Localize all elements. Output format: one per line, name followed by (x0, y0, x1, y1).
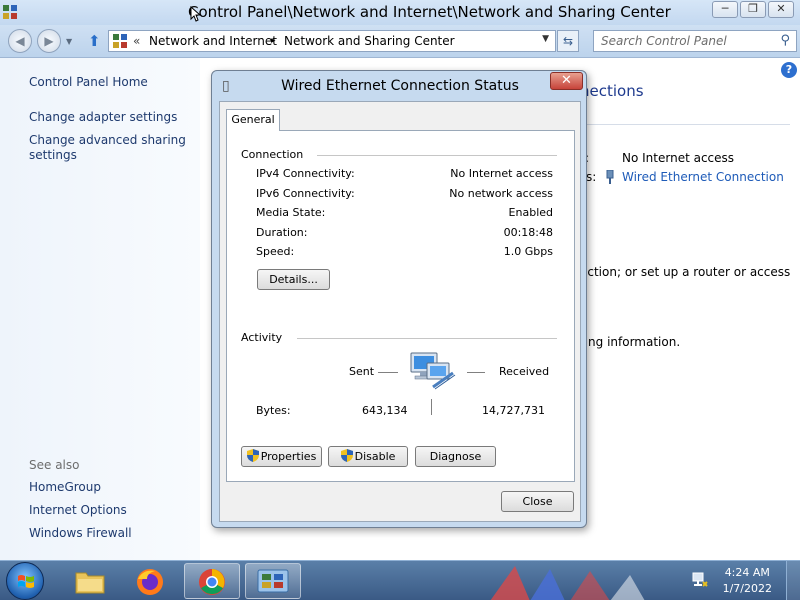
back-button[interactable]: ◀ (8, 29, 32, 53)
recent-pages-dropdown-icon[interactable]: ▼ (66, 37, 72, 46)
bytes-sent-value: 643,134 (362, 404, 408, 417)
firefox-icon (137, 569, 163, 595)
dialog-body: General Connection IPv4 Connectivity: No… (219, 101, 581, 522)
diagnose-button[interactable]: Diagnose (415, 446, 496, 467)
window-titlebar: Control Panel\Network and Internet\Netwo… (0, 0, 800, 25)
ipv4-label: IPv4 Connectivity: (256, 167, 355, 180)
close-window-button[interactable]: ✕ (768, 1, 794, 18)
details-button[interactable]: Details... (257, 269, 330, 290)
wired-ethernet-connection-link[interactable]: Wired Ethernet Connection (622, 170, 784, 184)
taskbar-explorer[interactable] (62, 563, 118, 599)
breadcrumb-network-and-internet[interactable]: Network and Internet (149, 34, 277, 48)
speed-value: 1.0 Gbps (503, 245, 553, 258)
bytes-label: Bytes: (256, 404, 291, 417)
activity-divider (297, 338, 557, 339)
bytes-divider (431, 399, 432, 415)
chrome-icon (199, 569, 225, 595)
speed-label: Speed: (256, 245, 295, 258)
ipv6-label: IPv6 Connectivity: (256, 187, 355, 200)
search-icon[interactable]: ⚲ (780, 33, 790, 48)
taskbar-chrome[interactable] (184, 563, 240, 599)
control-panel-icon (113, 34, 127, 48)
section-divider (580, 124, 790, 125)
sidebar-item-change-advanced-sharing[interactable]: Change advanced sharing settings (29, 133, 194, 163)
help-icon[interactable]: ? (781, 62, 797, 78)
network-heading-fragment: nections (580, 82, 644, 100)
disable-button-label: Disable (354, 450, 396, 463)
taskbar-firefox[interactable] (123, 563, 179, 599)
ipv6-value: No network access (449, 187, 553, 200)
sidebar-item-internet-options[interactable]: Internet Options (29, 503, 194, 518)
connections-label-fragment: s: (586, 170, 597, 184)
breadcrumb-network-sharing-center[interactable]: Network and Sharing Center (284, 34, 455, 48)
taskbar: 4:24 AM 1/7/2022 (0, 560, 800, 600)
ipv4-value: No Internet access (450, 167, 553, 180)
ethernet-icon (606, 170, 614, 184)
uac-shield-icon (340, 449, 353, 462)
navigation-bar: ◀ ▶ ▼ ⬆ « Network and Internet ▸ Network… (0, 25, 800, 58)
windows-logo-icon (18, 575, 34, 588)
start-button[interactable] (6, 562, 44, 600)
bytes-received-value: 14,727,731 (482, 404, 545, 417)
disable-button[interactable]: Disable (328, 446, 408, 467)
desktop-wallpaper-logo (490, 566, 645, 600)
setup-connection-text-fragment: ection; or set up a router or access (580, 265, 791, 279)
activity-group-title: Activity (241, 331, 283, 344)
sharing-info-text-fragment: ting information. (580, 335, 681, 349)
properties-button-label: Properties (260, 450, 317, 463)
address-dropdown-icon[interactable]: ▼ (542, 34, 549, 44)
maximize-button[interactable]: ❐ (740, 1, 766, 18)
properties-button[interactable]: Properties (241, 446, 322, 467)
dialog-title: Wired Ethernet Connection Status (281, 78, 519, 94)
general-tab-panel: Connection IPv4 Connectivity: No Interne… (226, 130, 575, 482)
sidebar-item-windows-firewall[interactable]: Windows Firewall (29, 526, 194, 541)
network-tray-icon[interactable] (692, 572, 708, 588)
duration-value: 00:18:48 (503, 226, 553, 239)
tab-general[interactable]: General (226, 109, 280, 131)
show-desktop-button[interactable] (786, 561, 800, 600)
left-navigation-pane: Control Panel Home Change adapter settin… (0, 58, 200, 560)
see-also-heading: See also (29, 458, 80, 472)
connection-divider (317, 155, 557, 156)
received-line (467, 372, 485, 373)
address-bar[interactable]: « Network and Internet ▸ Network and Sha… (108, 30, 556, 52)
control-panel-icon (257, 569, 289, 593)
sent-line (378, 372, 398, 373)
forward-button[interactable]: ▶ (37, 29, 61, 53)
sidebar-item-homegroup[interactable]: HomeGroup (29, 480, 194, 495)
connection-group-title: Connection (241, 148, 304, 161)
media-state-value: Enabled (508, 206, 553, 219)
dialog-close-icon[interactable]: ✕ (550, 72, 583, 90)
clock-time: 4:24 AM (724, 566, 770, 579)
search-input[interactable] (594, 31, 770, 51)
media-state-label: Media State: (256, 206, 326, 219)
close-button[interactable]: Close (501, 491, 574, 512)
access-type-value: No Internet access (622, 151, 735, 165)
taskbar-control-panel[interactable] (245, 563, 301, 599)
control-panel-icon (3, 5, 17, 19)
sidebar-item-change-adapter-settings[interactable]: Change adapter settings (29, 110, 194, 125)
window-title: Control Panel\Network and Internet\Netwo… (188, 3, 671, 21)
minimize-button[interactable]: ─ (712, 1, 738, 18)
breadcrumb-overflow[interactable]: « (133, 34, 140, 48)
breadcrumb-separator-icon[interactable]: ▸ (271, 36, 276, 46)
connection-status-dialog: ▯ Wired Ethernet Connection Status ✕ Gen… (211, 70, 587, 528)
clock-date: 1/7/2022 (722, 582, 772, 595)
duration-label: Duration: (256, 226, 308, 239)
sent-label: Sent (349, 365, 375, 378)
received-label: Received (499, 365, 550, 378)
taskbar-clock[interactable]: 4:24 AM 1/7/2022 (723, 565, 772, 597)
network-computers-icon (410, 352, 456, 390)
folder-icon (75, 572, 105, 594)
refresh-button[interactable]: ⇆ (557, 30, 579, 52)
sidebar-item-control-panel-home[interactable]: Control Panel Home (29, 75, 194, 90)
search-box[interactable]: ⚲ (593, 30, 797, 52)
up-arrow-icon[interactable]: ⬆ (88, 32, 101, 50)
mouse-cursor-icon (190, 6, 202, 22)
uac-shield-icon (246, 449, 259, 462)
